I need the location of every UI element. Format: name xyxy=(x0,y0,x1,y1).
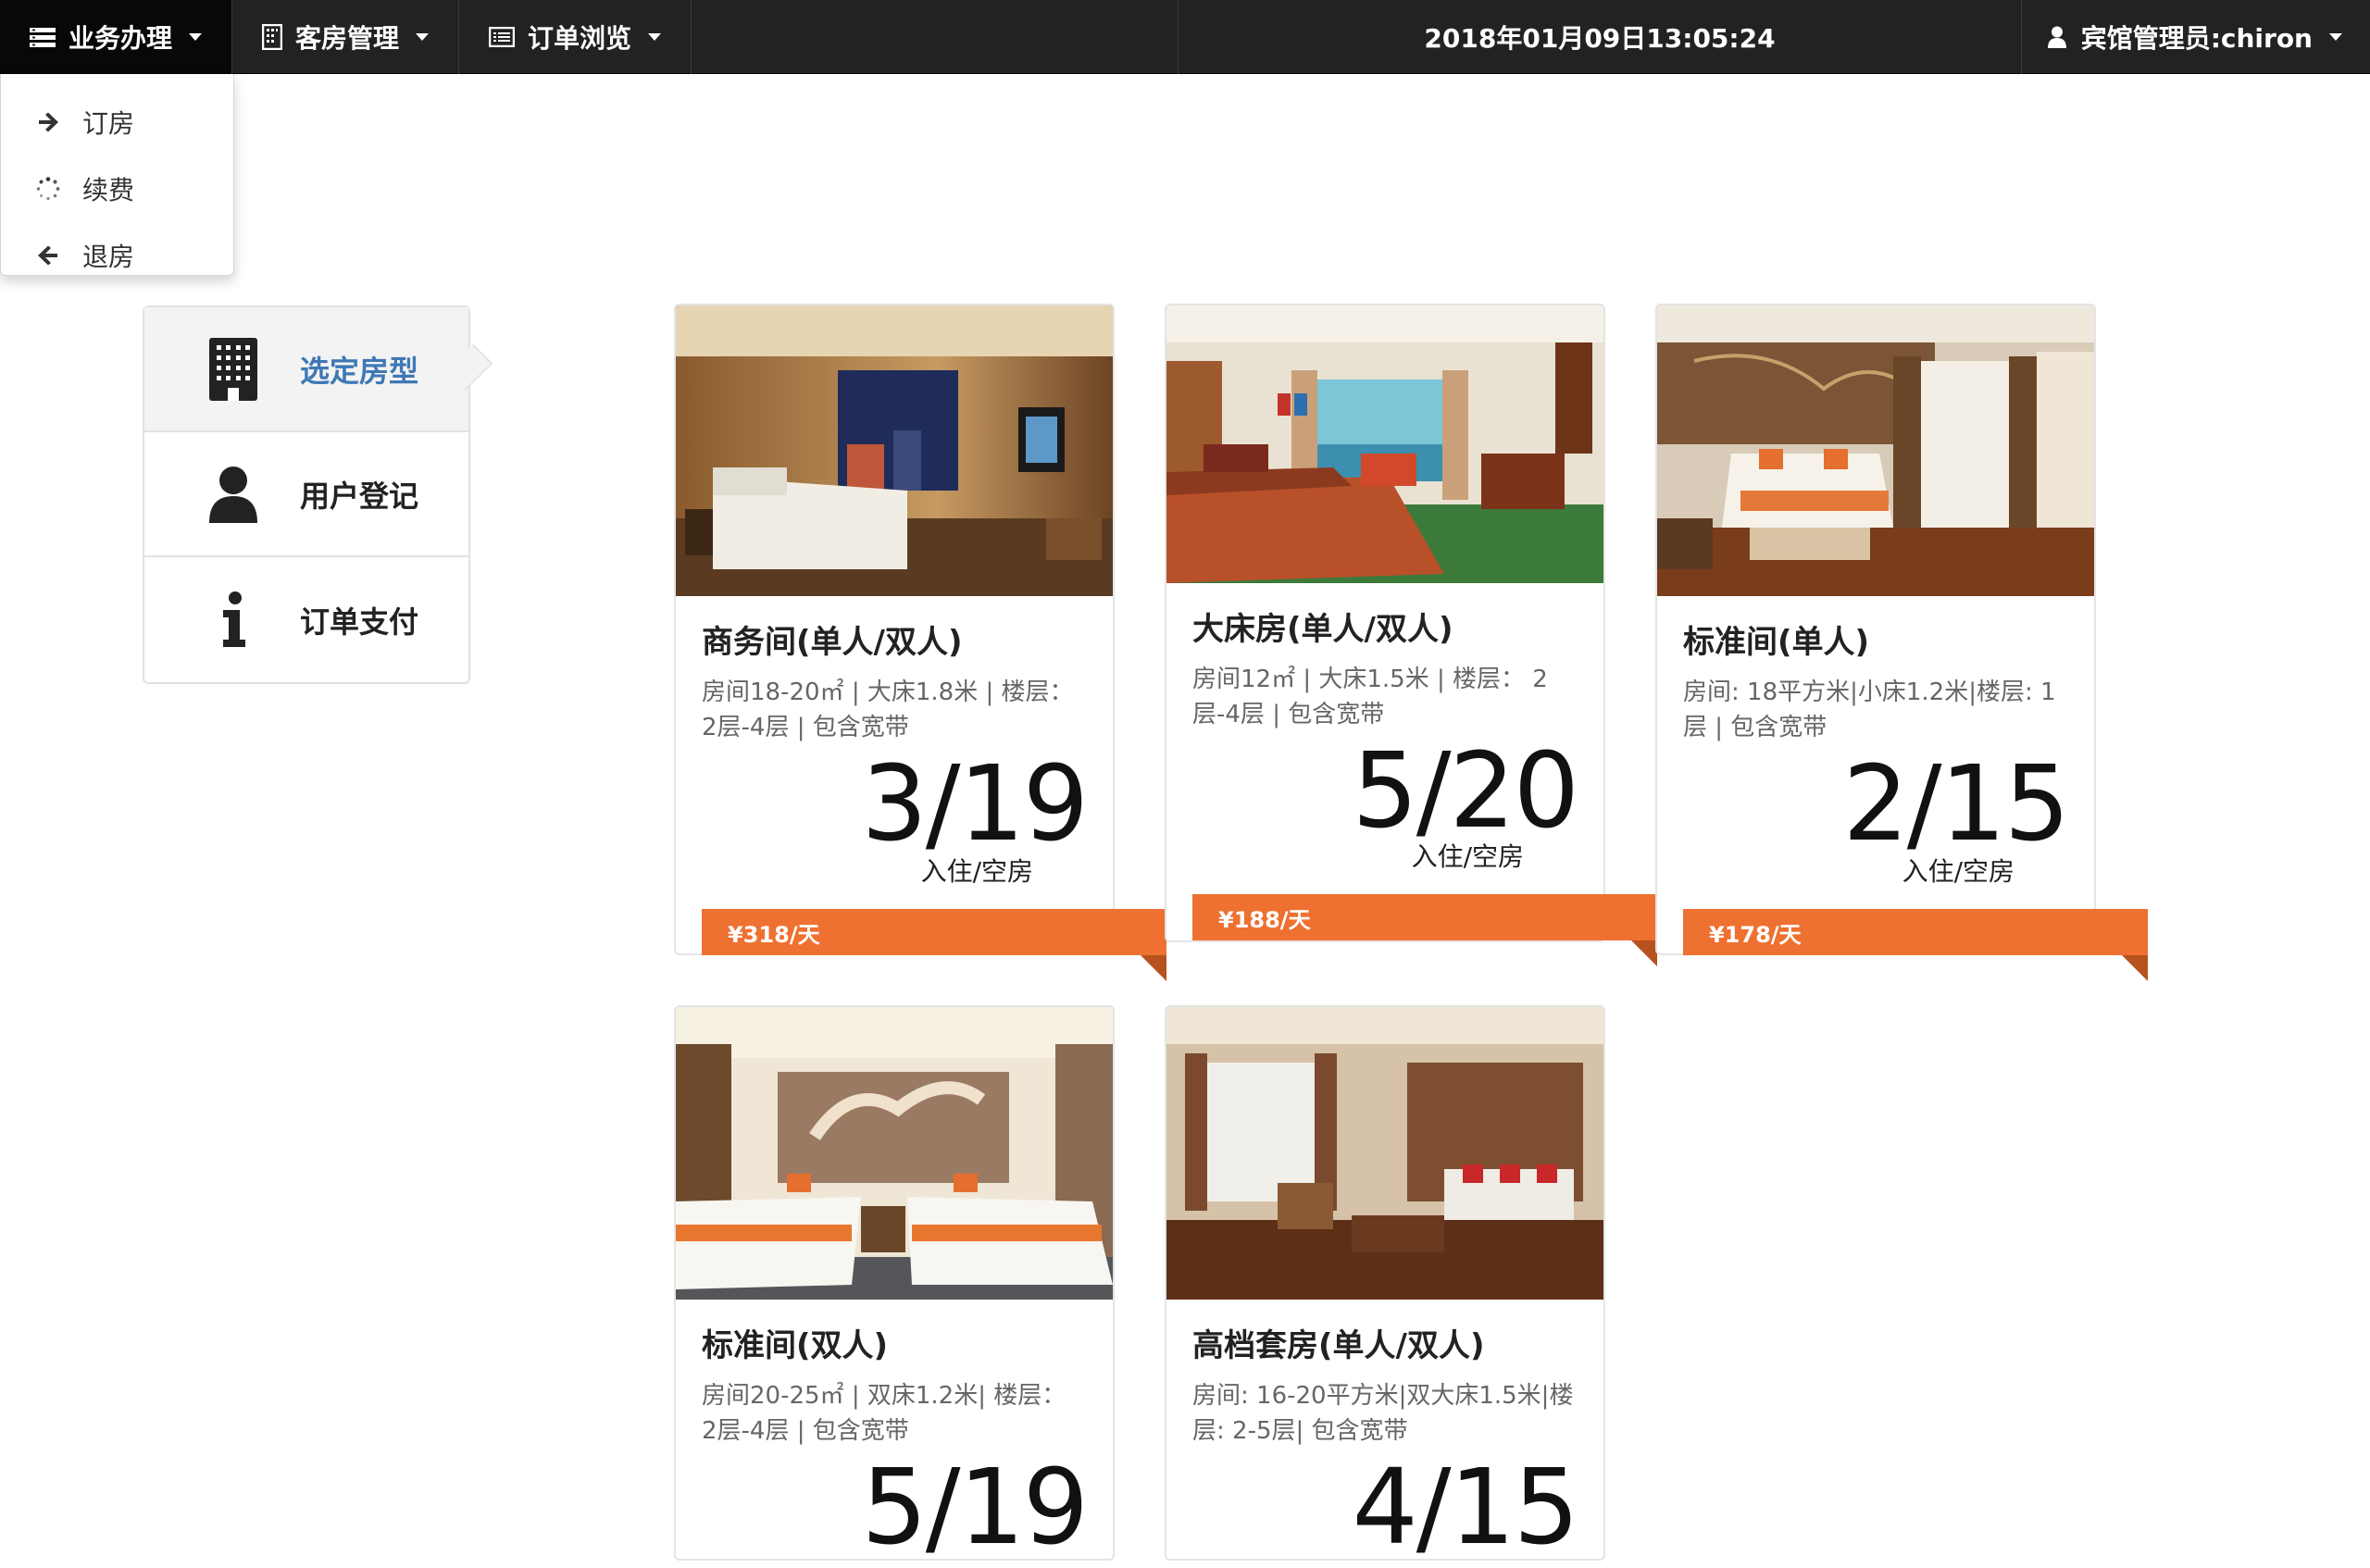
room-title: 标准间(单人) xyxy=(1683,624,1870,661)
step-user-registration[interactable]: 用户登记 xyxy=(144,432,468,557)
room-card[interactable]: 商务间(单人/双人) 房间18-20㎡ | 大床1.8米 | 楼层：2层-4层 … xyxy=(674,304,1166,981)
step-select-room-type[interactable]: 选定房型 xyxy=(144,307,468,432)
price-ribbon: ¥188/天 xyxy=(1192,894,1657,966)
business-dropdown-menu: 订房 续费 退房 xyxy=(0,74,234,276)
room-photo xyxy=(676,305,1113,596)
menu-item-label: 续费 xyxy=(82,175,135,205)
occupancy-label: 入住/空房 xyxy=(1411,841,1524,872)
room-description: 房间: 18平方米|小床1.2米|楼层: 1层 | 包含宽带 xyxy=(1683,678,2056,741)
caret-down-icon xyxy=(2329,33,2342,41)
user-icon xyxy=(206,466,261,523)
room-card[interactable]: 高档套房(单人/双人) 房间: 16-20平方米|双大床1.5米|楼层: 2-5… xyxy=(1165,1005,1605,1561)
building-icon xyxy=(206,336,261,403)
room-card[interactable]: 大床房(单人/双人) 房间12㎡ | 大床1.5米 | 楼层： 2层-4层 | … xyxy=(1165,304,1657,966)
price-ribbon: ¥178/天 xyxy=(1683,909,2148,981)
info-icon xyxy=(206,591,261,649)
room-occupancy: 4/15 xyxy=(1352,1448,1579,1568)
room-card[interactable]: 标准间(双人) 房间20-25㎡ | 双床1.2米| 楼层： 2层-4层 | 包… xyxy=(674,1005,1115,1561)
step-label: 用户登记 xyxy=(300,478,419,514)
nav-rooms-label: 客房管理 xyxy=(295,23,400,54)
room-photo xyxy=(1166,305,1603,583)
room-occupancy: 5/19 xyxy=(861,1448,1089,1568)
menu-item-book-room[interactable]: 订房 xyxy=(1,89,233,156)
nav-orders-menu[interactable]: 订单浏览 xyxy=(459,0,692,74)
caret-down-icon xyxy=(416,33,430,41)
caret-down-icon xyxy=(189,33,203,41)
list-icon xyxy=(30,26,56,48)
spinner-icon xyxy=(34,177,62,201)
arrow-right-icon xyxy=(34,112,62,132)
menu-item-checkout[interactable]: 退房 xyxy=(1,222,233,289)
list-alt-icon xyxy=(489,27,516,47)
occupancy-label: 入住/空房 xyxy=(1902,856,2014,887)
current-datetime: 2018年01月09日13:05:24 xyxy=(1178,0,2022,74)
top-navbar: 业务办理 客房管理 订单浏览 2018年01月09日13:05:24 宾馆管理员… xyxy=(0,0,2370,74)
occupancy-label: 入住/空房 xyxy=(920,856,1033,887)
nav-rooms-menu[interactable]: 客房管理 xyxy=(232,0,460,74)
step-label: 订单支付 xyxy=(300,604,419,640)
room-photo xyxy=(676,1007,1113,1300)
menu-item-label: 退房 xyxy=(82,242,135,272)
nav-user-label: 宾馆管理员:chiron xyxy=(2080,23,2313,54)
nav-business-label: 业务办理 xyxy=(69,23,173,54)
building-icon xyxy=(262,24,283,50)
arrow-left-icon xyxy=(34,245,62,266)
room-photo xyxy=(1657,305,2094,596)
room-title: 商务间(单人/双人) xyxy=(702,624,963,661)
room-occupancy: 2/15 xyxy=(1842,744,2070,865)
nav-user-menu[interactable]: 宾馆管理员:chiron xyxy=(2020,0,2370,74)
user-icon xyxy=(2047,26,2066,48)
room-occupancy: 3/19 xyxy=(861,744,1089,865)
room-title: 大床房(单人/双人) xyxy=(1192,611,1453,648)
room-card[interactable]: 标准间(单人) 房间: 18平方米|小床1.2米|楼层: 1层 | 包含宽带 2… xyxy=(1655,304,2148,981)
menu-item-renew[interactable]: 续费 xyxy=(1,156,233,222)
step-label: 选定房型 xyxy=(300,353,419,389)
room-title: 高档套房(单人/双人) xyxy=(1192,1327,1485,1364)
room-photo xyxy=(1166,1007,1603,1300)
caret-down-icon xyxy=(648,33,662,41)
nav-business-menu[interactable]: 业务办理 xyxy=(0,0,233,74)
menu-item-label: 订房 xyxy=(82,108,135,139)
room-title: 标准间(双人) xyxy=(702,1327,889,1364)
room-occupancy: 5/20 xyxy=(1352,731,1579,852)
room-description: 房间12㎡ | 大床1.5米 | 楼层： 2层-4层 | 包含宽带 xyxy=(1192,666,1548,728)
room-description: 房间20-25㎡ | 双床1.2米| 楼层： 2层-4层 | 包含宽带 xyxy=(702,1382,1066,1445)
nav-orders-label: 订单浏览 xyxy=(528,23,632,54)
booking-steps: 选定房型 用户登记 订单支付 xyxy=(143,305,470,684)
step-order-payment[interactable]: 订单支付 xyxy=(144,557,468,682)
room-description: 房间18-20㎡ | 大床1.8米 | 楼层：2层-4层 | 包含宽带 xyxy=(702,678,1074,741)
price-ribbon: ¥318/天 xyxy=(702,909,1166,981)
room-description: 房间: 16-20平方米|双大床1.5米|楼层: 2-5层| 包含宽带 xyxy=(1192,1382,1574,1445)
